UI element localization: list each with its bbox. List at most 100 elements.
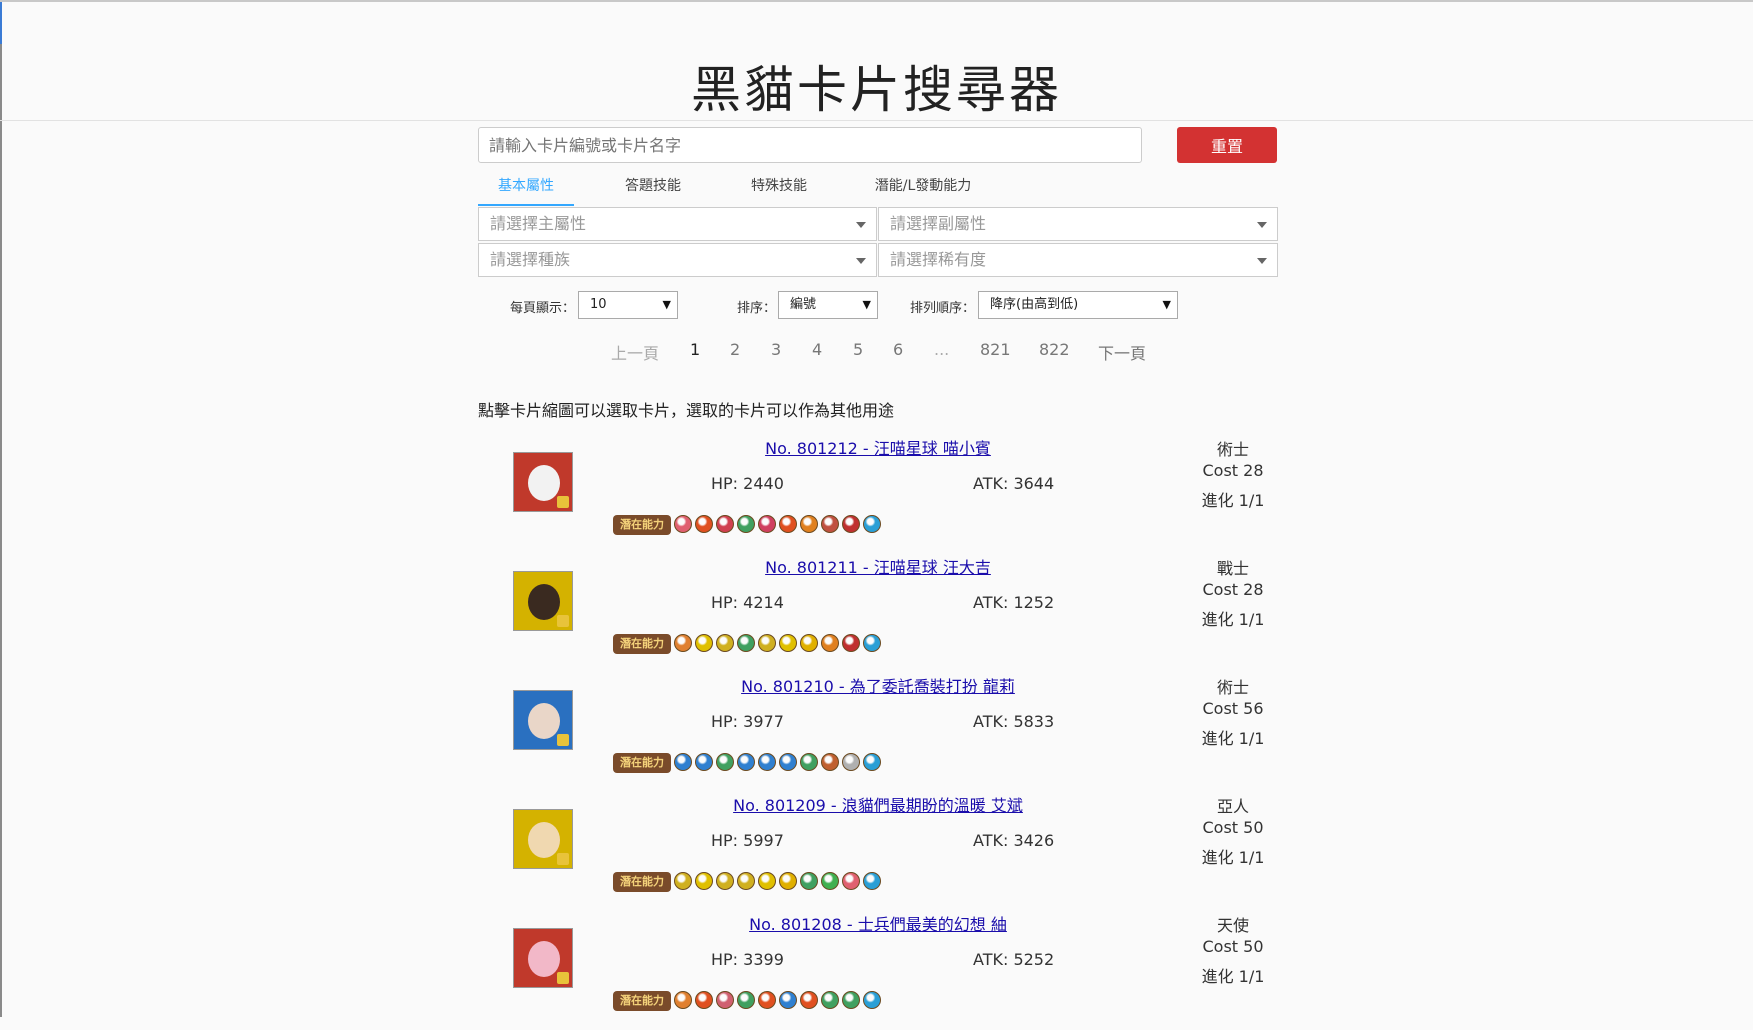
potential-orb-icon (695, 872, 713, 890)
card-thumbnail[interactable] (513, 809, 573, 869)
potential-orb-icon (779, 753, 797, 771)
rarity-select[interactable]: 請選擇稀有度 (878, 243, 1278, 277)
potential-orb-icon (674, 634, 692, 652)
card-race: 亞人 (1216, 797, 1249, 816)
potential-orb-icon (716, 515, 734, 533)
card-hp: HP: 2440 (711, 474, 784, 493)
page-button-6[interactable]: 6 (893, 340, 903, 359)
race-select[interactable]: 請選擇種族 (478, 243, 877, 277)
card-evolution: 進化 1/1 (1201, 729, 1265, 748)
potential-orb-icon (821, 872, 839, 890)
card-atk: ATK: 5252 (973, 950, 1055, 969)
potential-orb-icon (674, 753, 692, 771)
card-cost: Cost 50 (1202, 818, 1264, 837)
card-evolution: 進化 1/1 (1201, 491, 1265, 510)
potential-orb-icon (758, 872, 776, 890)
potential-orb-icon (674, 515, 692, 533)
card-name-link[interactable]: No. 801208 - 士兵們最美的幻想 紬 (478, 911, 1278, 935)
dropdown-arrow-icon: ▼ (1162, 298, 1171, 311)
next-page-button[interactable]: 下一頁 (1098, 340, 1146, 364)
page-button-1[interactable]: 1 (690, 340, 700, 359)
potential-orb-icon (737, 634, 755, 652)
card-name-link[interactable]: No. 801211 - 汪喵星球 汪大吉 (478, 554, 1278, 578)
potential-orb-icon (842, 991, 860, 1009)
tab-answer-skill[interactable]: 答題技能 (605, 176, 701, 204)
card-thumbnail[interactable] (513, 690, 573, 750)
potential-orb-icon (863, 634, 881, 652)
potential-orb-icon (737, 515, 755, 533)
potential-orb-icon (821, 991, 839, 1009)
card-name-link[interactable]: No. 801212 - 汪喵星球 喵小賓 (478, 435, 1278, 459)
potential-orb-icon (758, 515, 776, 533)
sub-attribute-placeholder: 請選擇副屬性 (890, 214, 987, 233)
prev-page-button[interactable]: 上一頁 (611, 340, 659, 364)
card-thumbnail[interactable] (513, 928, 573, 988)
card-hp: HP: 3977 (711, 712, 784, 731)
tab-potential-ability[interactable]: 潛能/L發動能力 (873, 176, 973, 204)
card-race: 天使 (1216, 916, 1249, 935)
card-portrait-icon (528, 465, 560, 501)
sort-select[interactable]: 編號 ▼ (778, 291, 878, 319)
potential-label: 潛在能力 (613, 991, 671, 1011)
chevron-down-icon (1257, 258, 1267, 264)
chevron-down-icon (1257, 222, 1267, 228)
page-button-822[interactable]: 822 (1039, 340, 1070, 359)
page-button-3[interactable]: 3 (771, 340, 781, 359)
card-atk: ATK: 1252 (973, 593, 1055, 612)
card-thumbnail[interactable] (513, 571, 573, 631)
page-button-821[interactable]: 821 (980, 340, 1011, 359)
card-name-link[interactable]: No. 801210 - 為了委託喬裝打扮 龍莉 (478, 673, 1278, 697)
page-button-5[interactable]: 5 (853, 340, 863, 359)
potential-orb-icon (674, 991, 692, 1009)
card-evolution: 進化 1/1 (1201, 848, 1265, 867)
potential-orb-icon (863, 872, 881, 890)
potential-orb-icon (716, 872, 734, 890)
potential-orb-icon (863, 991, 881, 1009)
potential-orb-icon (737, 872, 755, 890)
dropdown-arrow-icon: ▼ (862, 298, 871, 311)
card-hp: HP: 3399 (711, 950, 784, 969)
card-race: 術士 (1216, 678, 1249, 697)
potential-orb-icon (863, 753, 881, 771)
potential-orb-icon (842, 634, 860, 652)
card-thumbnail[interactable] (513, 452, 573, 512)
window-left-border (0, 2, 2, 1017)
potential-orb-icon (800, 634, 818, 652)
per-page-label: 每頁顯示： (510, 301, 576, 316)
card-name-link[interactable]: No. 801209 - 浪貓們最期盼的溫暖 艾斌 (478, 792, 1278, 816)
card-row: No. 801209 - 浪貓們最期盼的溫暖 艾斌 HP: 5997 ATK: 34… (478, 792, 1278, 911)
rarity-star-icon (557, 853, 569, 865)
card-portrait-icon (528, 703, 560, 739)
per-page-value: 10 (590, 297, 607, 312)
potential-orb-icon (800, 753, 818, 771)
sub-attribute-select[interactable]: 請選擇副屬性 (878, 207, 1278, 241)
dropdown-arrow-icon: ▼ (662, 298, 671, 311)
reset-button[interactable]: 重置 (1177, 127, 1277, 163)
page-ellipsis: ... (934, 340, 950, 359)
main-attribute-select[interactable]: 請選擇主屬性 (478, 207, 877, 241)
order-select[interactable]: 降序(由高到低) ▼ (978, 291, 1178, 319)
card-race: 戰士 (1216, 559, 1249, 578)
rarity-star-icon (557, 972, 569, 984)
card-cost: Cost 50 (1202, 937, 1264, 956)
rarity-placeholder: 請選擇稀有度 (890, 250, 987, 269)
potential-orb-icon (821, 634, 839, 652)
potential-orb-icon (863, 515, 881, 533)
tab-basic-attributes[interactable]: 基本屬性 (478, 176, 574, 206)
order-label: 排列順序： (910, 301, 976, 316)
potential-orb-icon (716, 753, 734, 771)
card-atk: ATK: 3426 (973, 831, 1055, 850)
per-page-select[interactable]: 10 ▼ (578, 291, 678, 319)
page-button-2[interactable]: 2 (730, 340, 740, 359)
page-header: 黑貓卡片搜尋器 (0, 2, 1753, 121)
potential-orb-icon (842, 515, 860, 533)
search-input[interactable] (478, 127, 1142, 163)
potential-orb-icon (842, 872, 860, 890)
potential-orb-icon (695, 991, 713, 1009)
card-row: No. 801208 - 士兵們最美的幻想 紬 HP: 3399 ATK: 5252… (478, 911, 1278, 1030)
race-placeholder: 請選擇種族 (490, 250, 571, 269)
tab-special-skill[interactable]: 特殊技能 (731, 176, 827, 204)
page-title: 黑貓卡片搜尋器 (691, 61, 1062, 119)
page-button-4[interactable]: 4 (812, 340, 822, 359)
potential-orb-icon (800, 991, 818, 1009)
